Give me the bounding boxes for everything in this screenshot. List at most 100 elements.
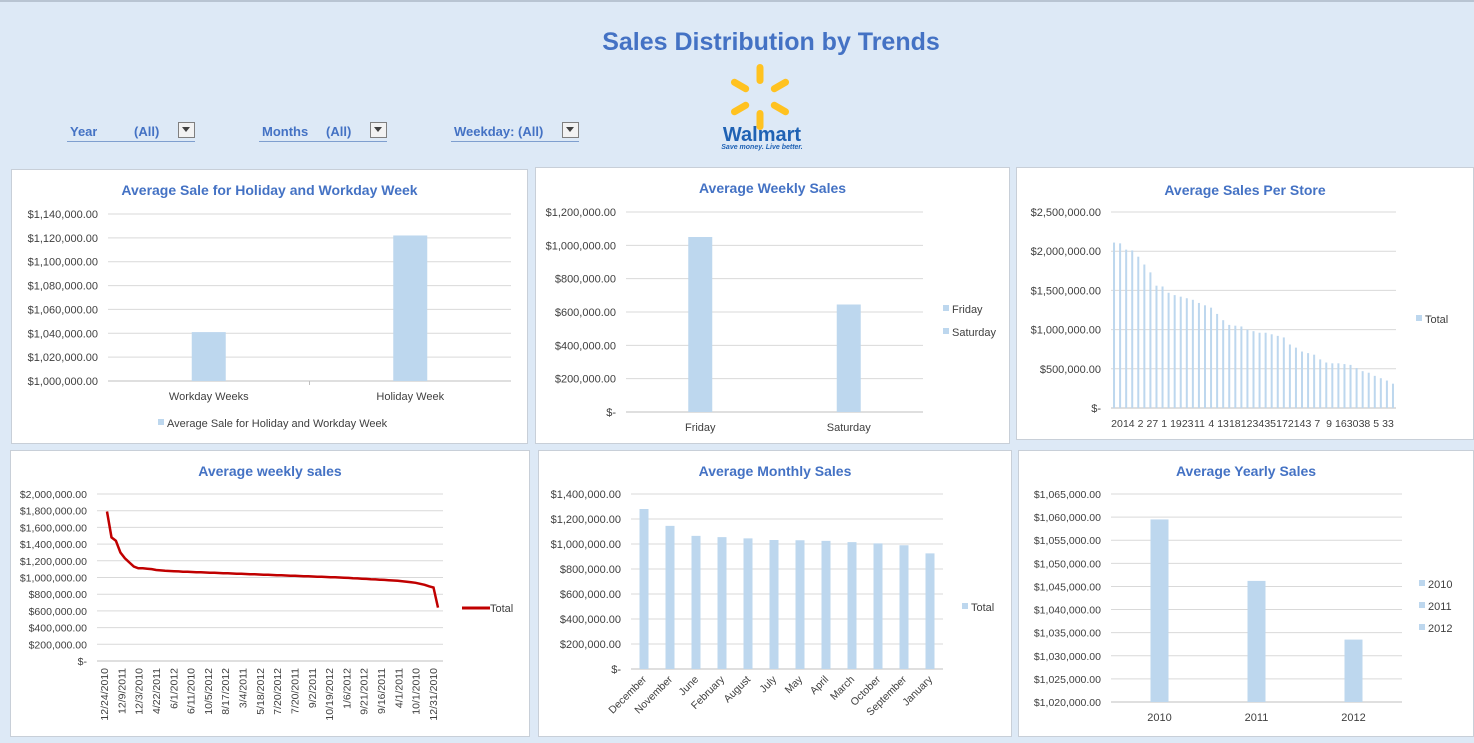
chart-weekly-sales-trend: Average weekly sales $- $200,000.00 $400,0… [10, 450, 530, 737]
bar [1319, 359, 1322, 408]
slicer-months-dropdown-icon[interactable] [370, 122, 387, 138]
y-tick-label: $1,000,000.00 [20, 573, 87, 585]
bar [925, 553, 935, 669]
bar [1113, 242, 1116, 408]
bar [1367, 372, 1370, 408]
y-tick-label: $1,400,000.00 [551, 489, 621, 501]
y-tick-label: $1,000,000.00 [551, 539, 621, 551]
slicer-weekday-value: (All) [518, 124, 544, 139]
x-tick-label: Friday [685, 422, 716, 434]
y-tick-label: $800,000.00 [555, 274, 616, 286]
slicer-year[interactable]: Year (All) [67, 121, 195, 142]
bar [743, 538, 753, 669]
x-tick-label: 35 [1264, 418, 1276, 430]
legend-swatch [1419, 580, 1425, 586]
slicer-months-label: Months [262, 124, 309, 139]
x-tick-label: 9/16/2011 [376, 668, 388, 714]
y-tick-label: $600,000.00 [29, 606, 88, 618]
bar [1246, 329, 1249, 408]
chart-yearly-sales: Average Yearly Sales $1,020,000.00 $1,025… [1018, 450, 1474, 737]
y-tick-label: $1,060,000.00 [28, 304, 98, 316]
bar [1173, 295, 1176, 408]
bar [1210, 307, 1213, 408]
y-tick-label: $- [606, 407, 616, 419]
x-tick-label: 19 [1170, 418, 1182, 430]
bar [1361, 371, 1364, 408]
bar [1282, 337, 1285, 408]
slicer-weekday-dropdown-icon[interactable] [562, 122, 579, 138]
chart-sales-per-store: Average Sales Per Store $- $500,000.00 $1,… [1016, 167, 1474, 440]
bar [873, 543, 883, 669]
x-tick-label: 7/20/2011 [289, 668, 301, 714]
y-tick-label: $1,200,000.00 [546, 207, 616, 219]
y-tick-label: $1,000,000.00 [28, 376, 98, 388]
x-tick-label: 12/31/2010 [428, 668, 440, 721]
y-tick-label: $1,140,000.00 [28, 209, 98, 221]
bar [1385, 380, 1388, 408]
y-tick-label: $1,060,000.00 [1034, 512, 1101, 524]
bar [1240, 326, 1243, 408]
bar [665, 525, 675, 669]
bar [393, 235, 428, 381]
bar [639, 509, 649, 669]
y-tick-label: $1,500,000.00 [1031, 285, 1101, 297]
legend-swatch [943, 305, 949, 311]
x-tick-label: 10/19/2012 [324, 668, 336, 721]
logo-wordmark: Walmart [723, 124, 802, 146]
y-tick-label: $1,200,000.00 [20, 556, 87, 568]
y-tick-label: $1,045,000.00 [1034, 581, 1101, 593]
x-tick-label: May [783, 673, 806, 696]
slicer-year-dropdown-icon[interactable] [178, 122, 195, 138]
legend-label: Total [971, 602, 994, 614]
x-tick-label: 9/2/2011 [307, 668, 319, 708]
legend-label: 2011 [1428, 601, 1452, 613]
y-tick-label: $200,000.00 [29, 639, 88, 651]
bar [899, 545, 909, 669]
slicer-weekday-label: Weekday: [454, 124, 515, 139]
x-tick-label: 20 [1111, 418, 1123, 430]
y-tick-label: $1,800,000.00 [20, 506, 87, 518]
logo-tagline: Save money. Live better. [721, 144, 802, 151]
x-tick-label: 5/18/2012 [255, 668, 267, 715]
x-tick-label: 43 [1300, 418, 1312, 430]
chart-weekly-sales-trend-svg: $- $200,000.00 $400,000.00 $600,000.00 $800,… [20, 489, 513, 721]
x-tick-label: 12/3/2010 [134, 668, 146, 715]
top-border [0, 0, 1474, 2]
x-tick-label: 12 [1241, 418, 1253, 430]
y-tick-label: $400,000.00 [560, 614, 621, 626]
bar [1288, 344, 1291, 408]
bar [1355, 368, 1358, 408]
x-tick-label: 2011 [1245, 712, 1269, 724]
bar [1301, 351, 1304, 408]
legend-swatch [158, 419, 164, 425]
bar [1344, 639, 1363, 702]
x-tick-label: 4/1/2011 [393, 668, 405, 708]
legend-label: Friday [952, 304, 983, 316]
legend-swatch [962, 603, 968, 609]
bar [1119, 243, 1122, 408]
x-tick-label: 6/11/2010 [186, 668, 198, 714]
y-tick-label: $1,040,000.00 [28, 328, 98, 340]
bar [1343, 364, 1346, 408]
x-tick-label: 2 [1138, 418, 1144, 430]
bar [688, 237, 713, 412]
y-tick-label: $1,065,000.00 [1034, 489, 1101, 501]
bar [1264, 332, 1267, 408]
x-tick-label: 34 [1253, 418, 1265, 430]
chart-monthly-sales: Average Monthly Sales $- $200,000.00 $400,… [538, 450, 1012, 737]
x-tick-label: 21 [1288, 418, 1300, 430]
bar [1307, 353, 1310, 408]
y-tick-label: $2,000,000.00 [20, 489, 87, 501]
slicer-months[interactable]: Months (All) [259, 121, 387, 142]
x-tick-label: 5 [1373, 418, 1379, 430]
legend-swatch [1419, 624, 1425, 630]
x-tick-label: 12/24/2010 [99, 668, 111, 721]
chart-weekly-sales-svg: $- $200,000.00 $400,000.00 $600,000.00 $800,… [546, 207, 997, 434]
chart-sales-per-store-svg: $- $500,000.00 $1,000,000.00 $1,500,000.00 $… [1031, 207, 1449, 430]
x-tick-label: 2010 [1147, 712, 1171, 724]
y-tick-label: $1,025,000.00 [1034, 674, 1101, 686]
bar [1270, 334, 1273, 408]
bar [1222, 320, 1225, 408]
bar [1325, 362, 1328, 408]
slicer-weekday[interactable]: Weekday: (All) [451, 121, 579, 142]
